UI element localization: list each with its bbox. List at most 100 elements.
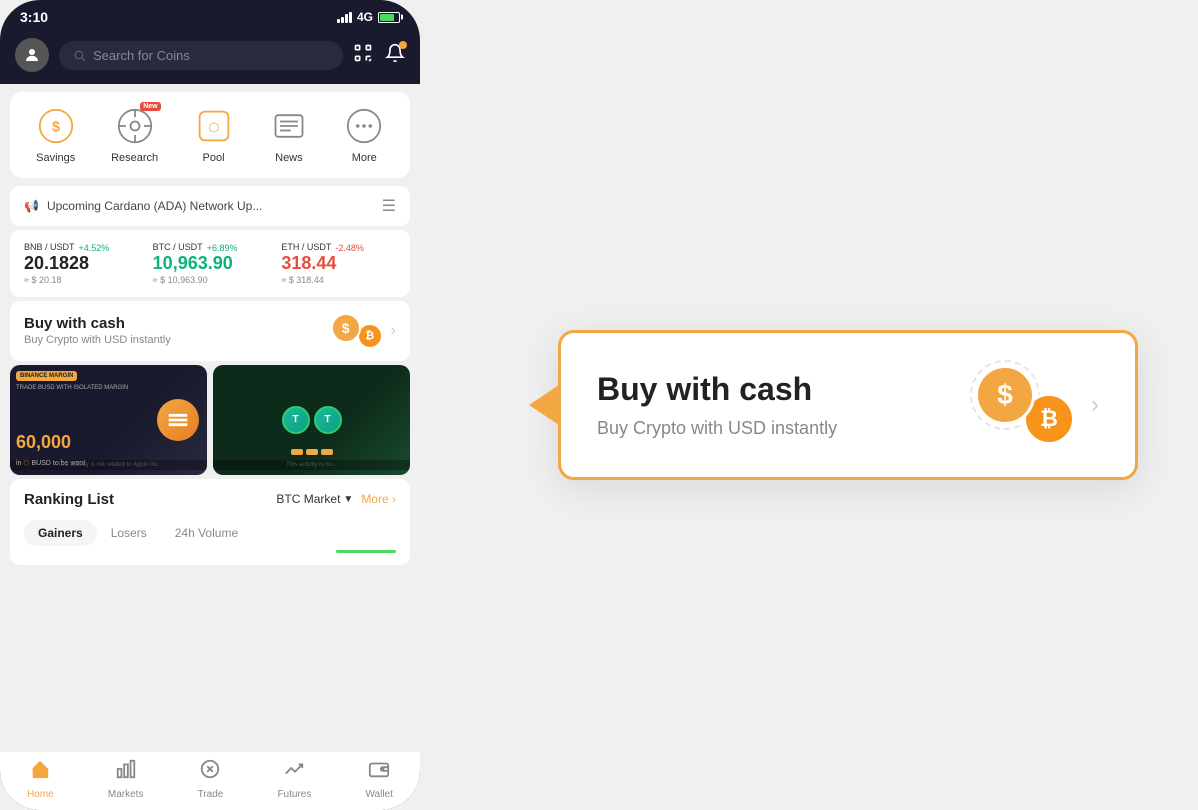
announcement-bar[interactable]: 📢 Upcoming Cardano (ADA) Network Up... ☰ <box>10 186 410 226</box>
home-icon <box>29 758 51 786</box>
eth-usd: ≈ $ 318.44 <box>281 275 396 285</box>
quick-link-news[interactable]: News <box>269 106 309 164</box>
eth-pair: ETH / USDT <box>281 242 331 252</box>
news-icon <box>269 106 309 146</box>
price-item-btc[interactable]: BTC / USDT +6.89% 10,963.90 ≈ $ 10,963.9… <box>153 242 268 285</box>
quick-link-research[interactable]: New Research <box>111 106 158 164</box>
svg-text:$: $ <box>52 119 60 135</box>
tab-gainers[interactable]: Gainers <box>24 520 97 546</box>
nav-futures[interactable]: Futures <box>277 758 311 800</box>
popup-title: Buy with cash <box>597 371 837 408</box>
bnb-value: 20.1828 <box>24 254 139 274</box>
search-placeholder: Search for Coins <box>93 48 190 63</box>
quick-link-savings[interactable]: $ Savings <box>36 106 76 164</box>
pool-icon: ⬡ <box>194 106 234 146</box>
btc-pair: BTC / USDT <box>153 242 203 252</box>
coin-icons: $ ₿ <box>331 313 383 349</box>
bnb-pair: BNB / USDT <box>24 242 75 252</box>
price-item-eth[interactable]: ETH / USDT -2.48% 318.44 ≈ $ 318.44 <box>281 242 396 285</box>
search-bar[interactable]: Search for Coins <box>59 41 343 70</box>
promo-banners: BINANCE MARGIN TRADE BUSD WITH ISOLATED … <box>10 365 410 475</box>
quick-link-pool[interactable]: ⬡ Pool <box>194 106 234 164</box>
eth-value: 318.44 <box>281 254 396 274</box>
promo-disclaimer-right: This activity is no... <box>213 460 410 470</box>
wallet-icon <box>368 758 390 786</box>
avatar[interactable] <box>15 38 49 72</box>
search-icon <box>73 49 86 62</box>
promo-banner-left[interactable]: BINANCE MARGIN TRADE BUSD WITH ISOLATED … <box>10 365 207 475</box>
green-indicator-bar <box>336 550 396 553</box>
ranking-header: Ranking List BTC Market ▼ More › <box>24 491 396 508</box>
nav-trade[interactable]: Trade <box>198 758 224 800</box>
futures-label: Futures <box>277 789 311 800</box>
promo-subtext: TRADE BUSD WITH ISOLATED MARGIN <box>16 385 128 391</box>
promo-disclaimer-left: This activity is not related to Apple In… <box>10 460 207 470</box>
market-selector[interactable]: BTC Market ▼ <box>276 492 353 506</box>
price-item-bnb[interactable]: BNB / USDT +4.52% 20.1828 ≈ $ 20.18 <box>24 242 139 285</box>
btc-usd: ≈ $ 10,963.90 <box>153 275 268 285</box>
tab-losers[interactable]: Losers <box>97 520 161 546</box>
savings-icon: $ <box>36 106 76 146</box>
popup-subtitle: Buy Crypto with USD instantly <box>597 418 837 439</box>
ranking-card: Ranking List BTC Market ▼ More › Gainers <box>10 479 410 565</box>
popup-dollar-icon: $ <box>975 365 1035 425</box>
trade-label: Trade <box>198 789 224 800</box>
eth-change: -2.48% <box>335 243 364 253</box>
status-right: 4G <box>337 10 400 24</box>
more-label: More <box>352 152 377 164</box>
btc-change: +6.89% <box>207 243 238 253</box>
svg-text:⬡: ⬡ <box>208 120 219 134</box>
buy-cash-left: Buy with cash Buy Crypto with USD instan… <box>24 315 171 346</box>
main-content: $ Savings <box>0 84 420 751</box>
top-icons <box>353 43 405 68</box>
more-icon <box>344 106 384 146</box>
top-bar: Search for Coins <box>0 32 420 84</box>
savings-label: Savings <box>36 152 75 164</box>
dollar-coin-icon: $ <box>331 313 361 343</box>
popup-coin-container: $ ₿ <box>975 365 1075 445</box>
trade-icon <box>199 758 221 786</box>
quick-link-more[interactable]: More <box>344 106 384 164</box>
nav-wallet[interactable]: Wallet <box>365 758 392 800</box>
battery-icon <box>378 12 400 23</box>
notification-icon[interactable] <box>385 43 405 68</box>
promo-banner-right[interactable]: T T This activity is no... <box>213 365 410 475</box>
dropdown-arrow-icon: ▼ <box>343 494 353 505</box>
phone-screen: 3:10 4G <box>0 0 420 810</box>
markets-label: Markets <box>108 789 144 800</box>
buy-cash-right: $ ₿ › <box>331 313 396 349</box>
home-label: Home <box>27 789 54 800</box>
promo-right-bars <box>219 449 404 455</box>
list-icon: ☰ <box>382 196 396 216</box>
more-link[interactable]: More › <box>361 492 396 506</box>
buy-cash-title: Buy with cash <box>24 315 171 332</box>
research-icon: New <box>115 106 155 146</box>
nav-home[interactable]: Home <box>27 758 54 800</box>
network-type: 4G <box>357 10 373 24</box>
research-label: Research <box>111 152 158 164</box>
bnb-usd: ≈ $ 20.18 <box>24 275 139 285</box>
announcement-icon: 📢 <box>24 199 39 213</box>
buy-cash-subtitle: Buy Crypto with USD instantly <box>24 334 171 346</box>
nav-markets[interactable]: Markets <box>108 758 144 800</box>
ranking-right: BTC Market ▼ More › <box>276 492 396 506</box>
scan-icon[interactable] <box>353 43 373 68</box>
popup-text-area: Buy with cash Buy Crypto with USD instan… <box>597 371 837 439</box>
promo-label: BINANCE MARGIN <box>16 371 77 381</box>
ranking-title: Ranking List <box>24 491 114 508</box>
ranking-tabs: Gainers Losers 24h Volume <box>24 520 396 546</box>
bottom-nav: Home Markets Trade <box>0 751 420 810</box>
popup-icon-area: $ ₿ › <box>975 365 1099 445</box>
tab-24h-volume[interactable]: 24h Volume <box>161 520 252 546</box>
announcement-text: 📢 Upcoming Cardano (ADA) Network Up... <box>24 199 262 213</box>
notification-dot <box>399 41 407 49</box>
news-label: News <box>275 152 303 164</box>
popup-arrow-icon <box>529 385 559 425</box>
promo-amount: 60,000 <box>16 432 71 453</box>
price-card: BNB / USDT +4.52% 20.1828 ≈ $ 20.18 BTC … <box>10 230 410 297</box>
phone-frame: 3:10 4G <box>0 0 420 810</box>
market-label: BTC Market <box>276 492 340 506</box>
new-badge: New <box>140 102 160 111</box>
buy-cash-card[interactable]: Buy with cash Buy Crypto with USD instan… <box>10 301 410 361</box>
markets-icon <box>115 758 137 786</box>
